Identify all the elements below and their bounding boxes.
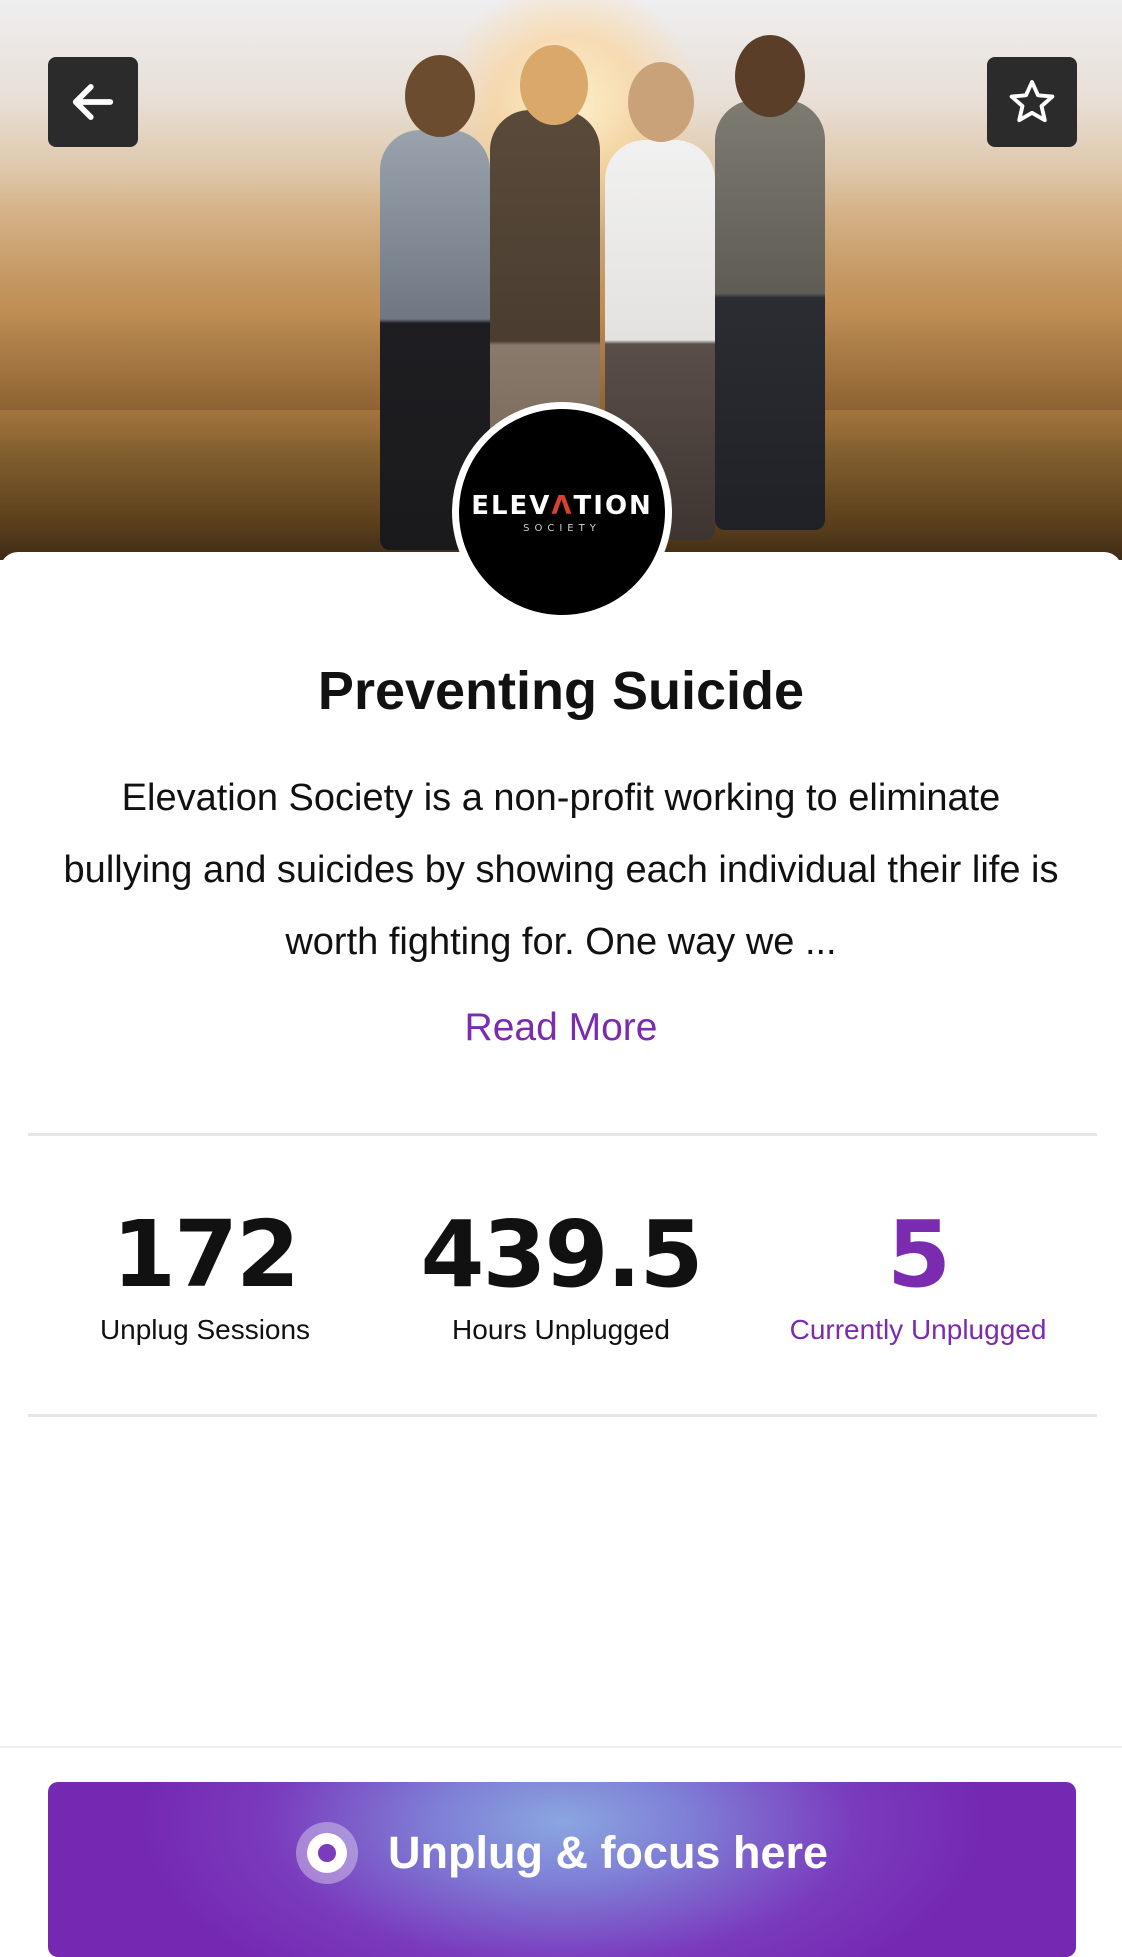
stat-value: 439.5 [420, 1201, 703, 1308]
favorite-button[interactable] [987, 57, 1077, 147]
person-head [735, 35, 805, 117]
star-outline-icon [1009, 80, 1055, 123]
stat-hours-unplugged: 439.5 Hours Unplugged [381, 1200, 741, 1346]
cta-label: Unplug & focus here [387, 1827, 829, 1878]
target-ring [306, 1833, 347, 1873]
logo-wordmark: ELEVΛTION [471, 490, 653, 521]
stat-label: Currently Unplugged [789, 1314, 1047, 1345]
stat-unplug-sessions: 172 Unplug Sessions [25, 1200, 385, 1346]
person-head [405, 55, 475, 137]
stat-currently-unplugged: 5 Currently Unplugged [738, 1200, 1098, 1346]
organization-logo: ELEVΛTION SOCIETY [452, 402, 672, 622]
person-silhouette [715, 100, 825, 530]
read-more-link[interactable]: Read More [0, 1006, 1122, 1050]
back-button[interactable] [48, 57, 138, 147]
target-dot [317, 1844, 336, 1862]
arrow-left-icon [72, 84, 114, 120]
divider-bottom [28, 1414, 1097, 1417]
footer-separator [0, 1746, 1122, 1748]
stat-label: Unplug Sessions [99, 1314, 311, 1345]
target-icon [295, 1822, 358, 1884]
organization-description: Elevation Society is a non-profit workin… [63, 777, 1059, 963]
divider-top [28, 1133, 1097, 1136]
stat-value: 5 [886, 1201, 951, 1308]
person-head [520, 45, 588, 125]
logo-subtext: SOCIETY [523, 522, 601, 534]
unplug-focus-button[interactable]: Unplug & focus here [48, 1782, 1076, 1957]
person-head [628, 62, 694, 142]
page-title: Preventing Suicide [317, 661, 805, 721]
stat-label: Hours Unplugged [452, 1314, 670, 1345]
stat-value: 172 [111, 1201, 300, 1308]
